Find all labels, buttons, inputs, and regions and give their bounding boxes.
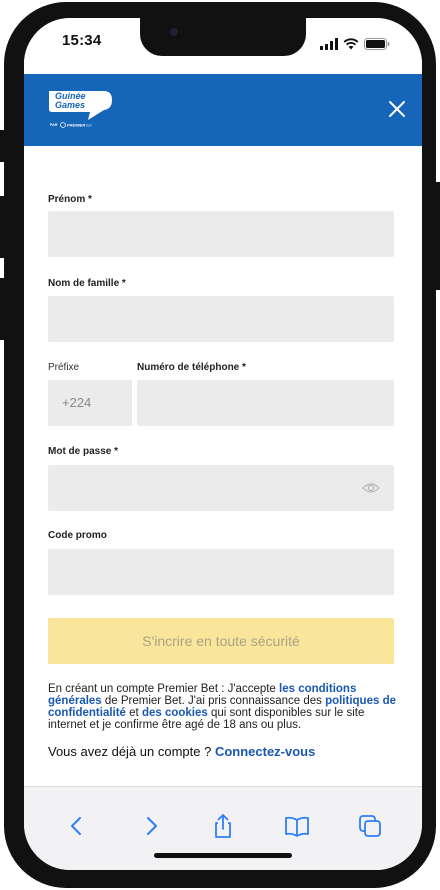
share-icon[interactable] bbox=[210, 813, 236, 839]
cookies-link[interactable]: des cookies bbox=[142, 707, 208, 719]
last-name-input[interactable] bbox=[48, 296, 394, 342]
register-button[interactable]: S'incrire en toute sécurité bbox=[48, 618, 394, 664]
svg-text:bet: bet bbox=[86, 123, 92, 128]
back-icon[interactable] bbox=[64, 813, 90, 839]
phone-frame: 15:34 Guinée Games Milliers sans souci P… bbox=[4, 2, 436, 888]
password-label: Mot de passe * bbox=[48, 446, 119, 457]
bookmarks-icon[interactable] bbox=[284, 813, 310, 839]
phone-screen: 15:34 Guinée Games Milliers sans souci P… bbox=[24, 18, 422, 870]
notch bbox=[140, 18, 306, 56]
login-prompt: Vous avez déjà un compte ? Connectez-vou… bbox=[48, 744, 315, 759]
front-camera bbox=[170, 28, 178, 36]
home-indicator[interactable] bbox=[154, 853, 292, 858]
phone-input[interactable] bbox=[137, 380, 394, 426]
login-question: Vous avez déjà un compte ? bbox=[48, 744, 215, 759]
legal-text: En créant un compte Premier Bet : J'acce… bbox=[48, 683, 396, 731]
promo-label: Code promo bbox=[48, 530, 107, 541]
legal-part3: et bbox=[125, 707, 142, 719]
phone-label: Numéro de téléphone * bbox=[137, 362, 246, 373]
signal-icon bbox=[320, 38, 338, 50]
status-icons bbox=[320, 38, 390, 50]
wifi-icon bbox=[343, 38, 359, 50]
status-time: 15:34 bbox=[62, 32, 102, 49]
prefix-label: Préfixe bbox=[48, 362, 80, 373]
logo-line2: Games bbox=[55, 100, 85, 110]
tabs-icon[interactable] bbox=[357, 813, 383, 839]
first-name-input[interactable] bbox=[48, 211, 394, 257]
close-icon[interactable] bbox=[386, 98, 408, 120]
promo-input[interactable] bbox=[48, 549, 394, 595]
prefix-select[interactable]: +224 bbox=[48, 380, 132, 426]
logo-brand: PREMIER bbox=[67, 123, 85, 128]
legal-part1: En créant un compte Premier Bet : J'acce… bbox=[48, 683, 280, 695]
password-input[interactable] bbox=[48, 465, 394, 511]
logo-by: PAR bbox=[50, 123, 58, 127]
first-name-label: Prénom * bbox=[48, 194, 92, 205]
legal-part2: de Premier Bet. J'ai pris connaissance d… bbox=[101, 695, 326, 707]
registration-form: Prénom * Nom de famille * Préfixe Numéro… bbox=[24, 146, 422, 786]
eye-icon[interactable] bbox=[362, 481, 380, 495]
last-name-label: Nom de famille * bbox=[48, 278, 126, 289]
battery-icon bbox=[364, 38, 390, 50]
login-link[interactable]: Connectez-vous bbox=[215, 744, 315, 759]
guinee-games-logo[interactable]: Guinée Games Milliers sans souci PAR PRE… bbox=[46, 88, 116, 130]
forward-icon[interactable] bbox=[138, 813, 164, 839]
logo-tagline: Milliers sans souci bbox=[52, 114, 78, 118]
site-header: Guinée Games Milliers sans souci PAR PRE… bbox=[24, 74, 422, 146]
